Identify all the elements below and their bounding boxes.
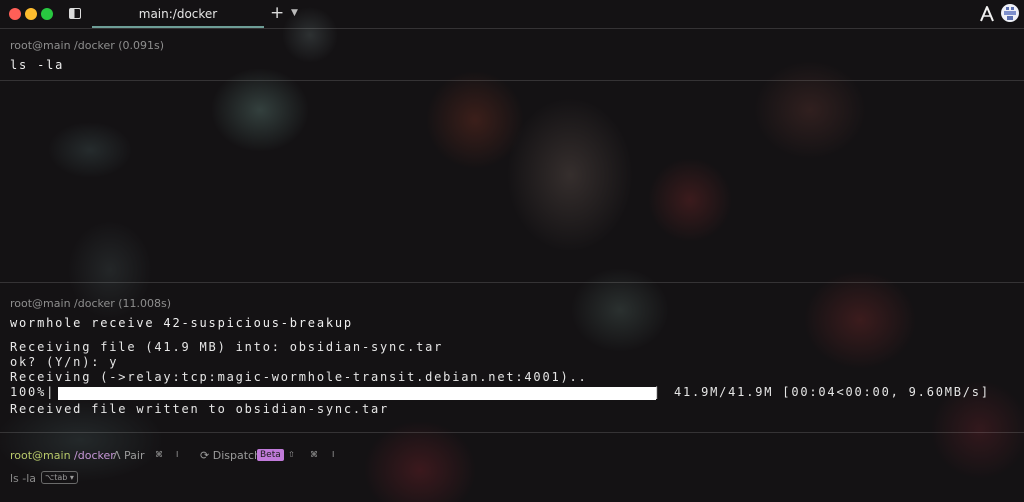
block-command[interactable]: wormhole receive 42-suspicious-breakup [10,316,353,330]
command-key-icon: ⌘ [310,450,318,459]
plus-icon[interactable]: + [270,4,284,22]
shift-key-icon: ⇧ [288,450,295,459]
block-divider [0,80,1024,81]
output-line: ok? (Y/n): y [10,355,119,369]
progress-end-cap: | [653,385,661,399]
user-avatar[interactable] [1001,4,1019,22]
divider [0,28,1024,29]
prompt-path: /docker [74,449,115,462]
progress-percent: 100%| [10,385,56,399]
i-key-icon: I [176,450,179,459]
dispatch-label: Dispatch [212,449,262,462]
command-input[interactable]: ls -la [10,472,36,485]
prompt-context: root@main /docker [10,449,115,463]
tab-completion-hint[interactable]: ⌥tab ▾ [41,471,78,484]
beta-badge: Beta [257,449,284,461]
i-key-icon: I [332,450,335,459]
prompt-user-host: root@main [10,449,71,462]
maximize-window-button[interactable] [41,8,53,20]
block-header[interactable]: root@main /docker (0.091s) [10,39,164,52]
block-header[interactable]: root@main /docker (11.008s) [10,297,171,310]
output-line: Received file written to obsidian-sync.t… [10,402,390,416]
tab-title: main:/docker [138,7,218,21]
avatar-pattern-icon [1004,7,1016,20]
pair-label: Pair [124,449,145,462]
block-divider [0,432,1024,433]
warp-logo-icon[interactable] [980,6,994,22]
progress-stats: 41.9M/41.9M [00:04<00:00, 9.60MB/s] [674,385,990,399]
chevron-down-icon[interactable]: ▼ [291,8,298,18]
pair-icon: Λ [113,449,121,462]
output-line: Receiving file (41.9 MB) into: obsidian-… [10,340,444,354]
sidebar-toggle-icon[interactable] [69,8,81,19]
progress-bar-fill [58,387,656,400]
minimize-window-button[interactable] [25,8,37,20]
dispatch-button[interactable]: ⟳ Dispatch [200,449,261,462]
tab-main-docker[interactable]: main:/docker [92,0,264,28]
pair-button[interactable]: Λ Pair [113,449,145,462]
dispatch-icon: ⟳ [200,449,210,462]
title-bar: main:/docker + ▼ [0,0,1024,28]
output-line: Receiving (->relay:tcp:magic-wormhole-tr… [10,370,588,384]
close-window-button[interactable] [9,8,21,20]
block-command[interactable]: ls -la [10,58,64,72]
progress-bar [58,387,656,400]
command-key-icon: ⌘ [155,450,163,459]
block-divider [0,282,1024,283]
